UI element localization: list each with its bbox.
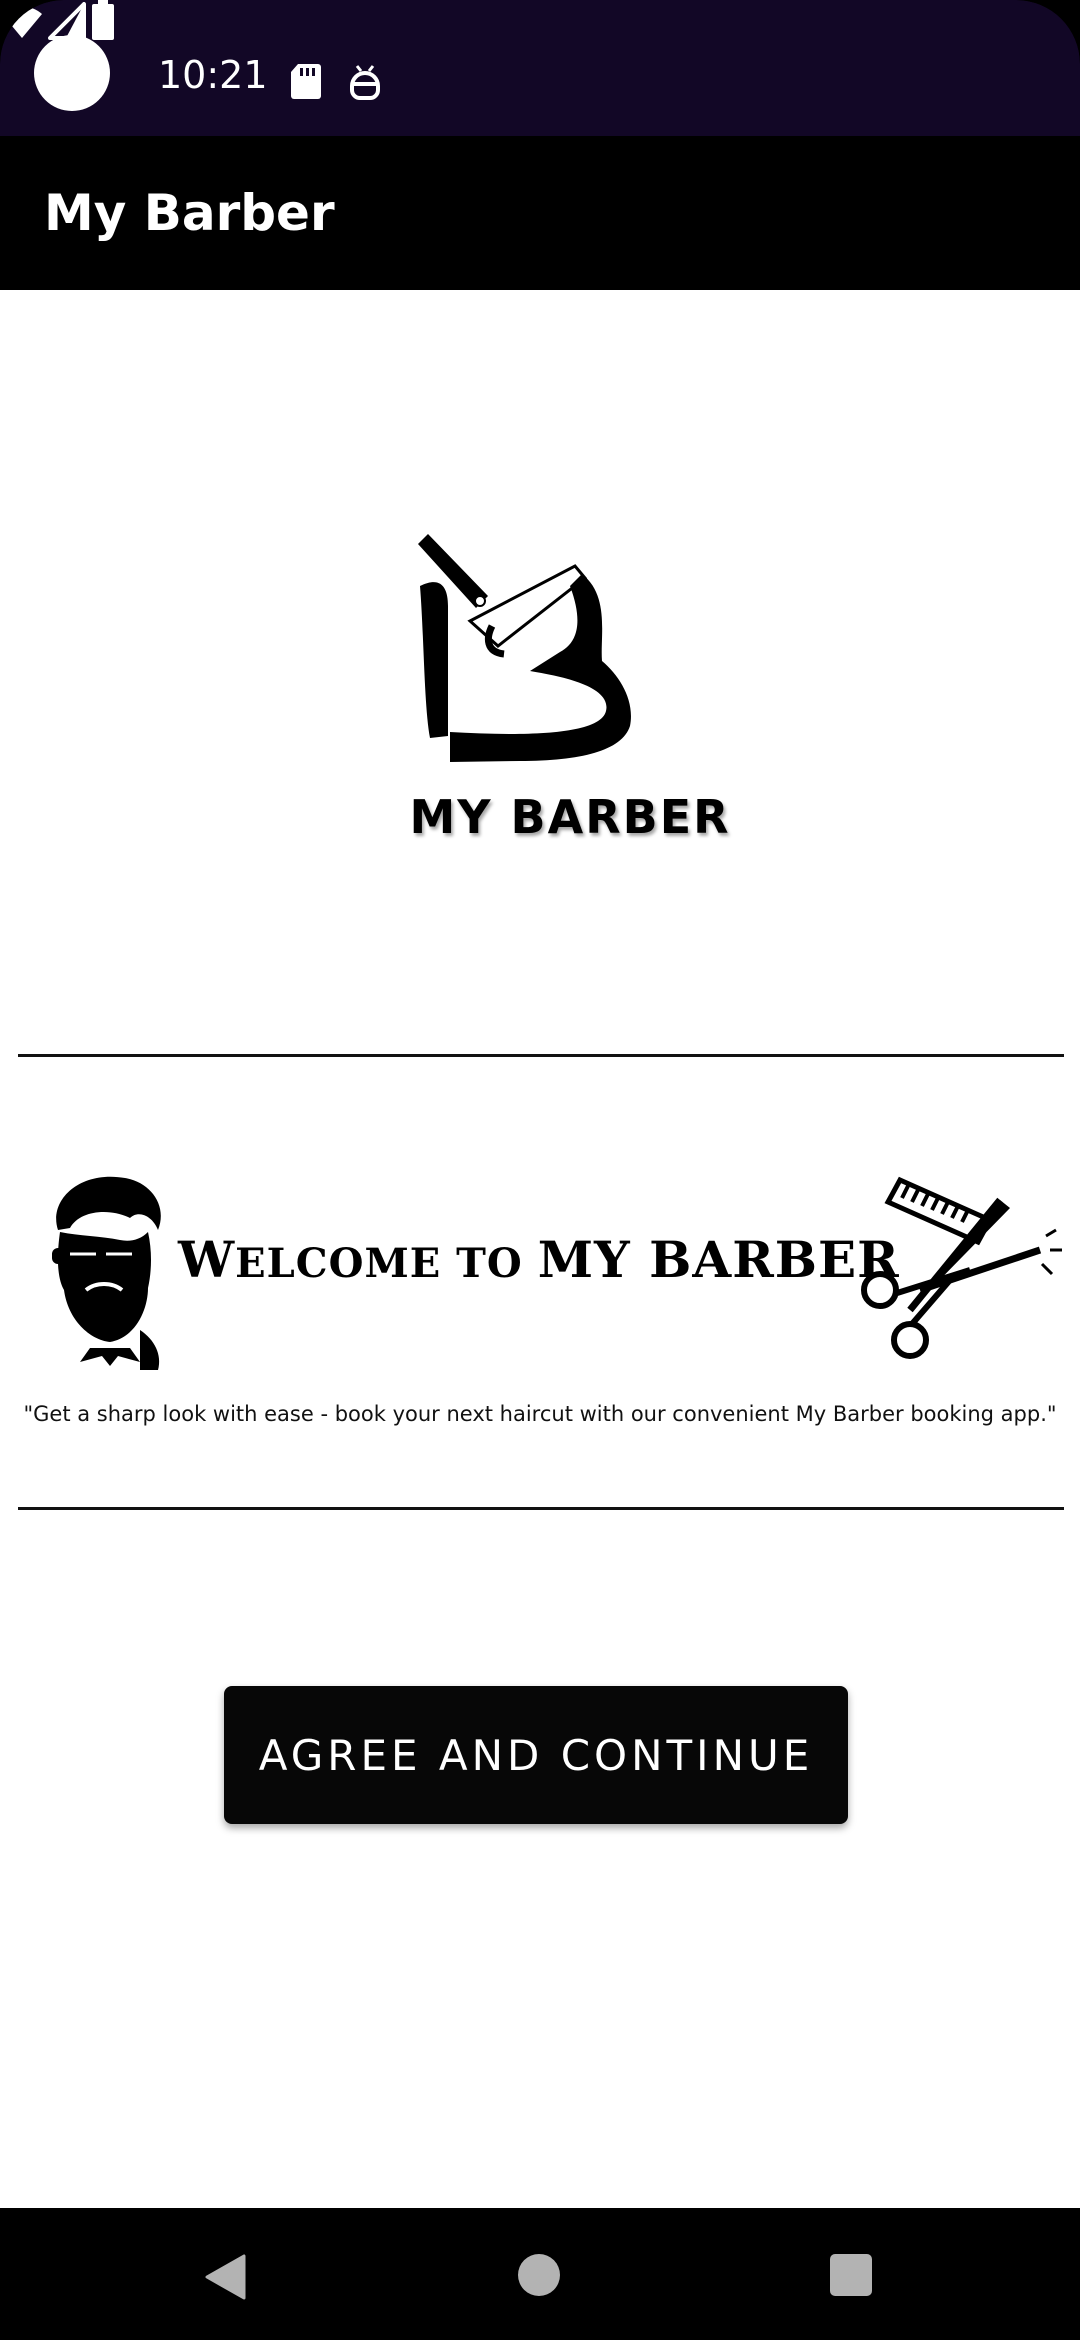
camera-cutout [34,35,110,111]
app-title: My Barber [44,184,335,242]
welcome-screen: MY BARBER WELCOME TO MY BARBER "Get a sh… [0,290,1080,2208]
back-icon[interactable] [204,2254,246,2300]
app-bar: My Barber [0,136,1080,290]
agree-button-label: AGREE AND CONTINUE [258,1730,814,1780]
bearded-man-icon [52,1176,161,1370]
status-bar: 10:21 [0,0,1080,136]
my-barber-logo [418,534,631,762]
system-nav-bar [0,2208,1080,2340]
welcome-heading: WELCOME TO MY BARBER [178,1230,900,1289]
welcome-heading-middle: ELCOME TO [235,1240,538,1287]
home-icon[interactable] [518,2254,560,2296]
divider [18,1054,1064,1057]
logo-brand-text: MY BARBER [409,790,731,844]
wifi-icon [2,6,42,38]
battery-icon [91,0,114,40]
divider [18,1507,1064,1510]
recents-icon[interactable] [830,2254,872,2296]
welcome-heading-initial: W [178,1230,236,1289]
welcome-heading-brand: MY BARBER [537,1230,900,1289]
debug-icon [350,65,380,100]
agree-and-continue-button[interactable]: AGREE AND CONTINUE [224,1686,848,1824]
scissors-comb-icon [861,1176,1062,1359]
device-screen: 10:21 My Barber MY BARBER WELCOME TO MY … [0,0,1080,2340]
welcome-banner: WELCOME TO MY BARBER [40,1170,1070,1370]
tagline-text: "Get a sharp look with ease - book your … [23,1402,1057,1426]
sd-card-icon [291,64,321,99]
status-time: 10:21 [158,53,268,97]
